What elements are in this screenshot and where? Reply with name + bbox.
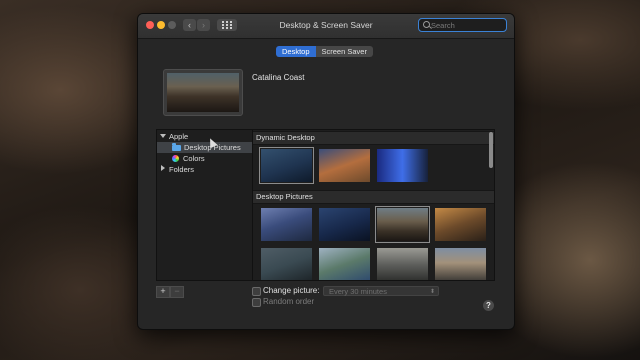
help-button[interactable]: ?: [483, 300, 494, 311]
disclosure-triangle-icon[interactable]: [160, 134, 166, 138]
wallpaper-thumb-catalina-rock[interactable]: [261, 248, 312, 280]
add-folder-button[interactable]: +: [156, 286, 170, 298]
source-group-apple[interactable]: Apple: [157, 131, 253, 142]
change-picture-label: Change picture:: [263, 286, 320, 295]
colors-icon: [172, 155, 179, 162]
section-header-dynamic: Dynamic Desktop: [253, 131, 494, 145]
tab-bar: Desktop Screen Saver: [276, 46, 373, 57]
search-input[interactable]: [431, 20, 503, 30]
section-header-pictures: Desktop Pictures: [253, 190, 494, 204]
search-icon: [423, 21, 430, 28]
wallpaper-thumb-catalina-night[interactable]: [319, 208, 370, 241]
change-picture-checkbox[interactable]: [252, 287, 261, 296]
wallpaper-thumb-catalina-dynamic[interactable]: [259, 147, 314, 184]
scrollbar[interactable]: [489, 132, 493, 168]
disclosure-triangle-icon[interactable]: [161, 165, 165, 171]
random-order-label: Random order: [263, 297, 315, 306]
wallpaper-thumb-catalina-evening[interactable]: [435, 248, 486, 280]
source-list: Apple Desktop Pictures Colors Folders: [156, 129, 254, 281]
wallpaper-thumb-catalina-clouds[interactable]: [377, 248, 428, 280]
wallpaper-thumb-catalina-day[interactable]: [261, 208, 312, 241]
source-group-folders[interactable]: Folders: [157, 164, 253, 175]
wallpaper-thumb-mojave-dynamic[interactable]: [319, 149, 370, 182]
tab-desktop[interactable]: Desktop: [276, 46, 316, 57]
random-order-checkbox[interactable]: [252, 298, 261, 307]
source-group-label: Folders: [169, 165, 195, 174]
wallpaper-name: Catalina Coast: [252, 73, 305, 82]
wallpaper-thumb-solar-gradients[interactable]: [377, 149, 428, 182]
source-group-label: Apple: [169, 132, 189, 141]
change-interval-select[interactable]: Every 30 minutes ⬍: [323, 286, 439, 296]
wallpaper-thumb-catalina-sunset[interactable]: [435, 208, 486, 241]
preferences-window: ‹ › Desktop & Screen Saver Desktop Scree…: [137, 13, 515, 330]
tab-screen-saver[interactable]: Screen Saver: [315, 46, 373, 57]
remove-folder-button[interactable]: −: [170, 286, 184, 298]
wallpaper-thumb-catalina-shoreline[interactable]: [319, 248, 370, 280]
source-item-desktop-pictures[interactable]: Desktop Pictures: [157, 142, 253, 153]
folder-icon: [172, 143, 181, 151]
current-wallpaper-preview: [163, 69, 243, 116]
wallpaper-browser: Dynamic Desktop Desktop Pictures: [252, 129, 495, 281]
source-item-label: Colors: [183, 154, 205, 163]
search-field[interactable]: [418, 18, 507, 32]
folder-buttons: + −: [156, 286, 184, 298]
stepper-arrows-icon: ⬍: [429, 289, 435, 295]
source-item-colors[interactable]: Colors: [157, 153, 253, 164]
title-bar: ‹ › Desktop & Screen Saver: [138, 14, 514, 39]
change-interval-value: Every 30 minutes: [329, 287, 387, 296]
wallpaper-thumb-catalina-coast[interactable]: [375, 206, 430, 243]
wallpaper-preview-image: [167, 73, 239, 112]
